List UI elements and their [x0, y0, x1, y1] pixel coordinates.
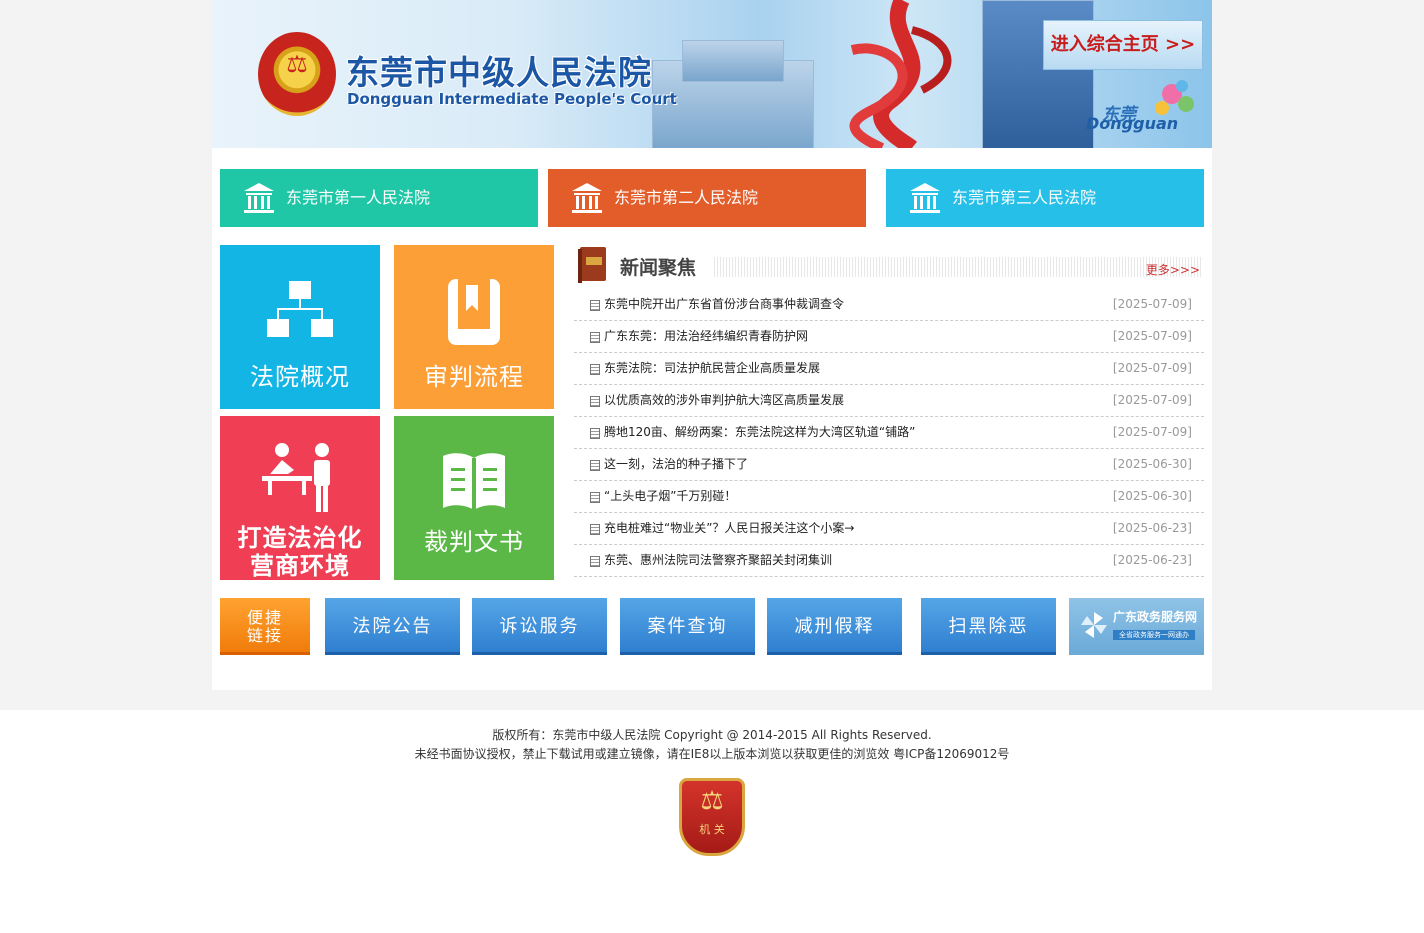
- news-item: 这一刻，法治的种子播下了 [2025-06-30]: [574, 449, 1204, 481]
- news-item-date: [2025-06-23]: [1112, 553, 1192, 567]
- news-item-date: [2025-06-23]: [1112, 521, 1192, 535]
- page-container: ⚖ 东莞市中级人民法院 Dongguan Intermediate People…: [212, 0, 1212, 690]
- open-book-icon: [443, 453, 505, 510]
- news-item-link[interactable]: 充电桩难过“物业关”？人民日报关注这个小案→: [604, 513, 855, 544]
- court-name-cn: 东莞市中级人民法院: [346, 53, 652, 92]
- quick-link-anti-crime[interactable]: 扫黑除恶: [921, 598, 1056, 655]
- disclaimer-icp-text: 未经书面协议授权，禁止下载试用或建立镜像，请在IE8以上版本浏览以获取更佳的浏览…: [414, 747, 1010, 761]
- court-name-en: Dongguan Intermediate People's Court: [347, 90, 677, 108]
- news-item-date: [2025-07-09]: [1112, 393, 1192, 407]
- news-item-date: [2025-06-30]: [1112, 489, 1192, 503]
- tile-business-environment-label-2: 营商环境: [250, 552, 350, 580]
- quick-links-label: 便捷 链接: [220, 598, 310, 655]
- news-item: 广东东莞：用法治经纬编织青春防护网 [2025-07-09]: [574, 321, 1204, 353]
- news-section-title: 新闻聚焦: [620, 257, 697, 279]
- scales-icon: ⚖: [286, 50, 308, 78]
- quick-link-litigation-service[interactable]: 诉讼服务: [472, 598, 607, 655]
- news-item: 充电桩难过“物业关”？人民日报关注这个小案→ [2025-06-23]: [574, 513, 1204, 545]
- news-item-link[interactable]: 东莞法院：司法护航民营企业高质量发展: [604, 353, 820, 384]
- news-item-date: [2025-06-30]: [1112, 457, 1192, 471]
- quick-links-label-2: 链接: [246, 626, 283, 645]
- government-agency-badge-icon[interactable]: ⚖ 机 关: [679, 778, 745, 856]
- tile-judgment-documents-label: 裁判文书: [424, 528, 524, 556]
- news-item: 东莞法院：司法护航民营企业高质量发展 [2025-07-09]: [574, 353, 1204, 385]
- news-item-link[interactable]: 以优质高效的涉外审判护航大湾区高质量发展: [604, 385, 844, 416]
- footer: 版权所有：东莞市中级人民法院 Copyright @ 2014-2015 All…: [0, 710, 1424, 933]
- quick-link-court-notice[interactable]: 法院公告: [325, 598, 460, 655]
- quick-link-commutation-parole[interactable]: 减刑假释: [767, 598, 902, 655]
- news-item: 腾地120亩、解纷两案：东莞法院这样为大湾区轨道“铺路” [2025-07-09]: [574, 417, 1204, 449]
- news-item-date: [2025-07-09]: [1112, 297, 1192, 311]
- court-1-button[interactable]: 东莞市第一人民法院: [220, 169, 538, 227]
- news-item-date: [2025-07-09]: [1112, 329, 1192, 343]
- court-2-button[interactable]: 东莞市第二人民法院: [548, 169, 866, 227]
- courthouse-icon: [910, 183, 940, 213]
- document-icon: [590, 460, 600, 471]
- law-book-icon: [578, 247, 606, 283]
- news-item-link[interactable]: 东莞、惠州法院司法警察齐聚韶关封闭集训: [604, 545, 832, 576]
- document-icon: [590, 300, 600, 311]
- news-item-link[interactable]: 东莞中院开出广东省首份涉台商事仲裁调查令: [604, 289, 844, 320]
- gd-service-title: 广东政务服务网: [1113, 610, 1198, 624]
- news-list: 东莞中院开出广东省首份涉台商事仲裁调查令 [2025-07-09] 广东东莞：用法…: [574, 289, 1204, 577]
- news-item: 东莞、惠州法院司法警察齐聚韶关封闭集训 [2025-06-23]: [574, 545, 1204, 577]
- document-icon: [590, 428, 600, 439]
- document-icon: [590, 492, 600, 503]
- document-icon: [590, 556, 600, 567]
- quick-links-label-1: 便捷: [246, 608, 283, 627]
- tile-judgment-documents[interactable]: 裁判文书: [394, 416, 554, 580]
- courthouse-icon: [572, 183, 602, 213]
- book-icon: [448, 279, 500, 345]
- copyright-text: 版权所有：东莞市中级人民法院 Copyright @ 2014-2015 All…: [492, 728, 932, 742]
- quick-link-case-query[interactable]: 案件查询: [620, 598, 755, 655]
- news-item-date: [2025-07-09]: [1112, 361, 1192, 375]
- tile-trial-process-label: 审判流程: [424, 363, 524, 391]
- news-header-stripe: [714, 257, 1202, 277]
- news-header: 新闻聚焦 更多>>>: [574, 245, 1204, 285]
- dongguan-city-logo: 东莞 Dongguan: [1082, 74, 1200, 146]
- news-item-link[interactable]: “上头电子烟”千万别碰！: [604, 481, 736, 512]
- flower-icon: [1155, 80, 1194, 115]
- guangdong-gov-service-link[interactable]: 广东政务服务网 全省政务服务一网通办: [1069, 598, 1204, 655]
- court-3-label: 东莞市第三人民法院: [952, 188, 1097, 207]
- badge-symbol: ⚖: [700, 786, 724, 816]
- enter-homepage-button[interactable]: 进入综合主页 >>: [1043, 20, 1203, 70]
- red-ribbon-sculpture: [849, 0, 952, 148]
- court-emblem-icon: ⚖: [258, 32, 336, 116]
- document-icon: [590, 332, 600, 343]
- pinwheel-icon: [1081, 612, 1107, 638]
- news-more-link[interactable]: 更多>>>: [1146, 261, 1200, 278]
- news-item: “上头电子烟”千万别碰！ [2025-06-30]: [574, 481, 1204, 513]
- tile-trial-process[interactable]: 审判流程: [394, 245, 554, 409]
- people-desk-icon: [262, 443, 330, 512]
- courthouse-icon: [244, 183, 274, 213]
- court-1-label: 东莞市第一人民法院: [286, 188, 431, 207]
- gd-service-subtitle: 全省政务服务一网通办: [1113, 630, 1195, 640]
- org-chart-icon: [267, 281, 333, 337]
- tile-business-environment[interactable]: 打造法治化 营商环境: [220, 416, 380, 580]
- tile-court-overview[interactable]: 法院概况: [220, 245, 380, 409]
- news-item-date: [2025-07-09]: [1112, 425, 1192, 439]
- news-item-link[interactable]: 这一刻，法治的种子播下了: [604, 449, 748, 480]
- document-icon: [590, 524, 600, 535]
- badge-text: 机 关: [699, 823, 725, 836]
- court-2-label: 东莞市第二人民法院: [614, 188, 759, 207]
- news-item: 以优质高效的涉外审判护航大湾区高质量发展 [2025-07-09]: [574, 385, 1204, 417]
- tile-court-overview-label: 法院概况: [250, 363, 350, 391]
- document-icon: [590, 396, 600, 407]
- document-icon: [590, 364, 600, 375]
- building-image: [682, 40, 784, 82]
- news-item-link[interactable]: 广东东莞：用法治经纬编织青春防护网: [604, 321, 808, 352]
- city-logo-en: Dongguan: [1086, 114, 1179, 133]
- header-banner: ⚖ 东莞市中级人民法院 Dongguan Intermediate People…: [212, 0, 1212, 148]
- news-item-link[interactable]: 腾地120亩、解纷两案：东莞法院这样为大湾区轨道“铺路”: [604, 417, 915, 448]
- court-3-button[interactable]: 东莞市第三人民法院: [886, 169, 1204, 227]
- news-item: 东莞中院开出广东省首份涉台商事仲裁调查令 [2025-07-09]: [574, 289, 1204, 321]
